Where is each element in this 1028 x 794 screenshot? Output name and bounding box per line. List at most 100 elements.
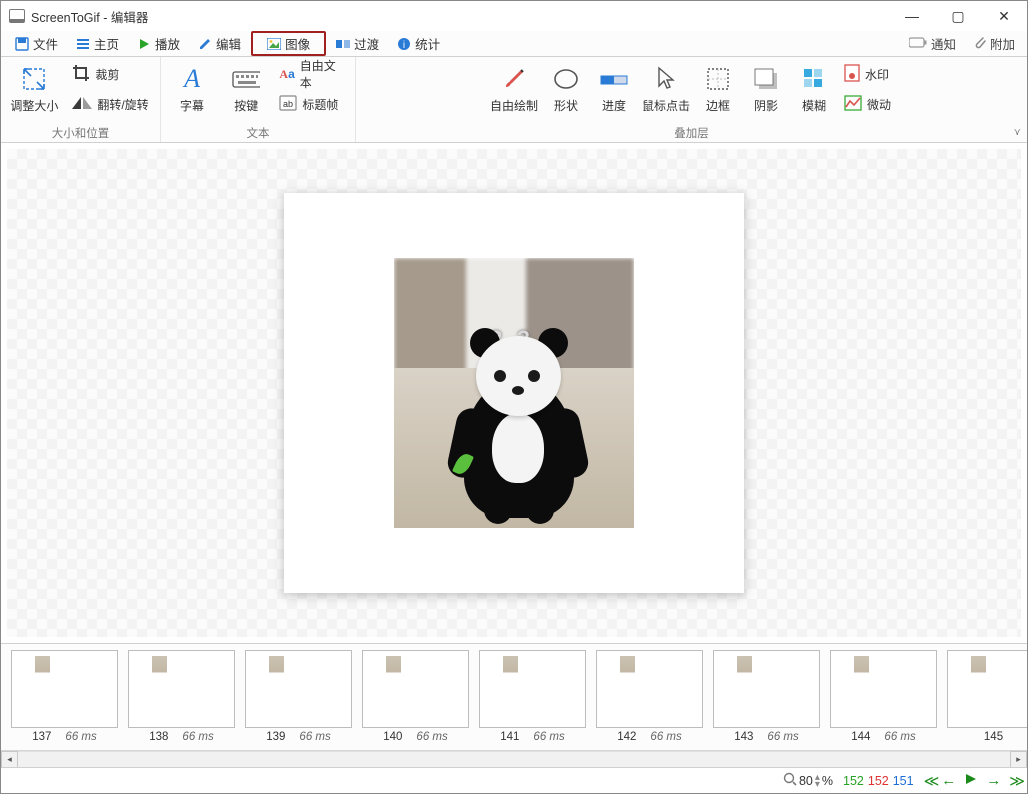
free-text-button[interactable]: Aa 自由文本 [273, 59, 351, 89]
info-icon: i [397, 37, 411, 51]
battery-icon [909, 37, 927, 51]
flip-rotate-label: 翻转/旋转 [97, 96, 148, 113]
frame-thumbnail[interactable]: 14066 ms [362, 650, 469, 750]
frames-hscrollbar[interactable]: ◂ ▸ [1, 750, 1027, 767]
crop-label: 裁剪 [95, 66, 119, 83]
caption-button[interactable]: A 字幕 [165, 59, 219, 114]
menu-edit[interactable]: 编辑 [190, 32, 249, 55]
pencil-icon [198, 37, 212, 51]
close-button[interactable]: ✕ [981, 1, 1027, 31]
attach-label: 附加 [990, 34, 1015, 53]
thumb-image [620, 656, 680, 722]
frame-duration: 66 ms [767, 731, 798, 743]
paperclip-icon [972, 35, 986, 52]
attach-button[interactable]: 附加 [966, 32, 1021, 55]
frame-number: 137 [32, 731, 51, 743]
frame-thumbnail[interactable]: 139 66 ms [245, 650, 352, 750]
micro-label: 微动 [867, 96, 891, 113]
notify-button[interactable]: 通知 [903, 32, 962, 55]
workspace[interactable]: ? ? ? [1, 143, 1027, 643]
menu-image[interactable]: 图像 [251, 31, 326, 56]
menu-home[interactable]: 主页 [68, 32, 127, 55]
free-draw-label: 自由绘制 [490, 97, 538, 114]
shadow-button[interactable]: 阴影 [742, 59, 790, 114]
notify-label: 通知 [931, 34, 956, 53]
zoom-control[interactable]: 80 ▴▾ % [783, 772, 833, 789]
zoom-stepper-icon[interactable]: ▴▾ [815, 774, 820, 788]
nav-next-button[interactable]: → [986, 772, 1001, 790]
title-frame-icon: ab [279, 95, 297, 114]
nav-first-button[interactable]: ≪ [924, 772, 934, 790]
menu-stats[interactable]: i 统计 [389, 32, 448, 55]
resize-button[interactable]: 调整大小 [6, 59, 62, 114]
frame-thumbnail[interactable]: 13766 ms [11, 650, 118, 750]
keyboard-icon [232, 65, 260, 93]
crop-button[interactable]: 裁剪 [66, 59, 154, 89]
title-bar: ScreenToGif - 编辑器 — ▢ ✕ [1, 1, 1027, 31]
frame-number: 143 [734, 731, 753, 743]
nav-play-button[interactable] [964, 772, 978, 790]
menu-transition-label: 过渡 [354, 34, 379, 53]
micro-button[interactable]: 微动 [838, 89, 897, 119]
shape-label: 形状 [554, 97, 578, 114]
frame-nav: ≪ ← → ≫ [924, 772, 1019, 790]
frame-number: 140 [383, 731, 402, 743]
image-icon [267, 37, 281, 51]
flip-icon [72, 95, 92, 114]
title-frame-label: 标题帧 [302, 96, 338, 113]
keys-button[interactable]: 按键 [223, 59, 269, 114]
frame-thumbnail[interactable]: 143 66 ms [713, 650, 820, 750]
watermark-button[interactable]: 水印 [838, 59, 897, 89]
thumb-image [269, 656, 329, 722]
frame-duration: 66 ms [533, 731, 564, 743]
progress-button[interactable]: 进度 [590, 59, 638, 114]
thumb-wrap [830, 650, 937, 728]
menu-transition[interactable]: 过渡 [328, 32, 387, 55]
frame-thumbnail[interactable]: 14466 ms [830, 650, 937, 750]
svg-text:i: i [403, 40, 405, 51]
border-button[interactable]: 边框 [694, 59, 742, 114]
minimize-button[interactable]: — [889, 1, 935, 31]
frame-number: 139 [266, 731, 285, 743]
shape-button[interactable]: 形状 [542, 59, 590, 114]
ribbon-group-text: A 字幕 按键 Aa 自由文本 ab [161, 57, 356, 142]
maximize-button[interactable]: ▢ [935, 1, 981, 31]
expand-ribbon-icon[interactable]: ⋎ [1014, 127, 1021, 138]
thumb-image [503, 656, 563, 722]
menu-bar: 文件 主页 播放 编辑 图像 过渡 i 统计 [1, 31, 1027, 57]
frame-thumbnail[interactable]: 13866 ms [128, 650, 235, 750]
frame-number: 141 [500, 731, 519, 743]
mouse-click-button[interactable]: 鼠标点击 [638, 59, 694, 114]
frame-thumbnail[interactable]: 145 [947, 650, 1027, 750]
frame-index-display: 152 152 151 [843, 774, 914, 788]
cursor-icon [652, 65, 680, 93]
frames-scroll[interactable]: 13766 ms13866 ms13966 ms14066 ms14166 ms… [1, 644, 1027, 750]
flip-rotate-button[interactable]: 翻转/旋转 [66, 89, 154, 119]
canvas[interactable]: ? ? ? [284, 193, 744, 593]
scroll-right-button[interactable]: ▸ [1010, 751, 1027, 768]
border-icon [704, 65, 732, 93]
frame-duration: 66 ms [299, 731, 330, 743]
nav-last-button[interactable]: ≫ [1009, 772, 1019, 790]
frame-current: 152 [868, 774, 889, 788]
caption-label: 字幕 [180, 97, 204, 114]
crop-icon [72, 64, 90, 85]
thumb-image [737, 656, 797, 722]
progress-icon [600, 65, 628, 93]
scroll-left-button[interactable]: ◂ [1, 751, 18, 768]
frame-thumbnail[interactable]: 141 66 ms [479, 650, 586, 750]
scroll-track[interactable] [18, 751, 1010, 768]
menu-file[interactable]: 文件 [7, 32, 66, 55]
menu-play[interactable]: 播放 [129, 32, 188, 55]
blur-button[interactable]: 模糊 [790, 59, 838, 114]
menu-play-label: 播放 [155, 34, 180, 53]
free-draw-button[interactable]: 自由绘制 [486, 59, 542, 114]
frames-strip: 13766 ms13866 ms13966 ms14066 ms14166 ms… [1, 643, 1027, 767]
title-frame-button[interactable]: ab 标题帧 [273, 89, 351, 119]
menu-image-label: 图像 [285, 34, 310, 53]
nav-prev-button[interactable]: ← [941, 772, 956, 790]
free-text-icon: Aa [279, 67, 294, 82]
ribbon-group-size-position: 调整大小 裁剪 翻转/旋转 大小和位置 [1, 57, 161, 142]
play-icon [137, 37, 151, 51]
frame-thumbnail[interactable]: 14266 ms [596, 650, 703, 750]
